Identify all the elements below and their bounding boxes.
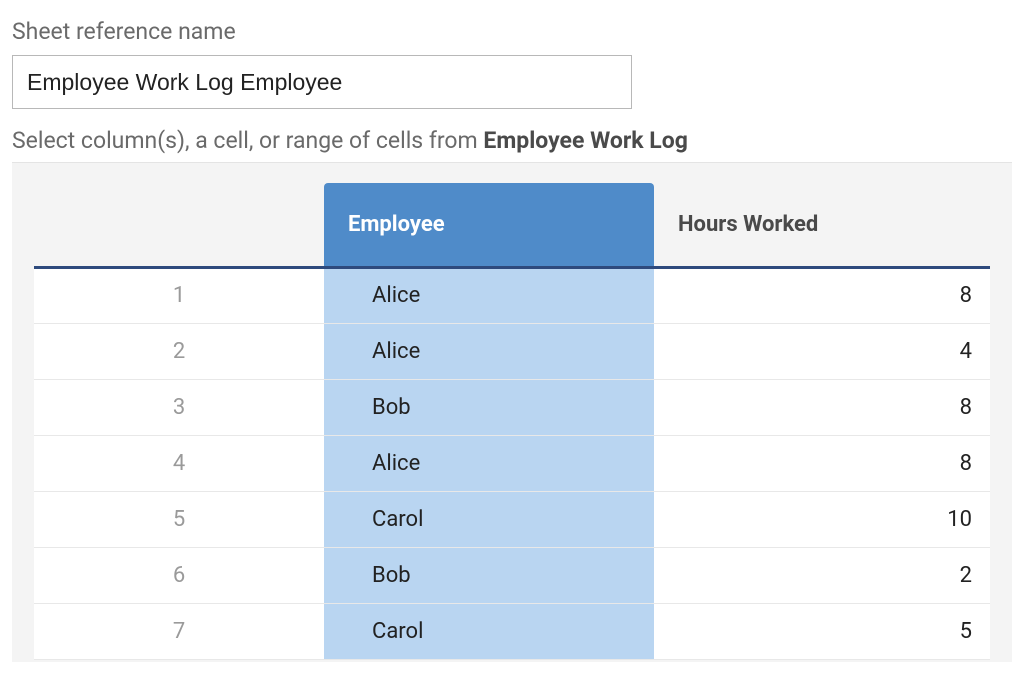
row-number-cell[interactable]: 5 xyxy=(34,491,324,547)
employee-cell[interactable]: Alice xyxy=(324,435,654,491)
hours-cell[interactable]: 8 xyxy=(654,379,990,435)
employee-cell[interactable]: Bob xyxy=(324,547,654,603)
employee-cell[interactable]: Carol xyxy=(324,491,654,547)
table-row[interactable]: 6Bob2 xyxy=(34,547,990,603)
row-number-cell[interactable]: 7 xyxy=(34,603,324,659)
sheet-grid[interactable]: Employee Hours Worked 1Alice82Alice43Bob… xyxy=(12,162,1012,662)
employee-cell[interactable]: Bob xyxy=(324,379,654,435)
hours-cell[interactable]: 4 xyxy=(654,323,990,379)
select-instruction: Select column(s), a cell, or range of ce… xyxy=(12,127,1012,154)
row-number-cell[interactable]: 6 xyxy=(34,547,324,603)
row-number-cell[interactable]: 2 xyxy=(34,323,324,379)
select-instruction-sheet-name: Employee Work Log xyxy=(483,127,687,154)
select-instruction-prefix: Select column(s), a cell, or range of ce… xyxy=(12,127,483,154)
column-header-employee[interactable]: Employee xyxy=(324,183,654,267)
hours-cell[interactable]: 5 xyxy=(654,603,990,659)
employee-cell[interactable]: Carol xyxy=(324,603,654,659)
employee-cell[interactable]: Alice xyxy=(324,323,654,379)
employee-cell[interactable]: Alice xyxy=(324,267,654,323)
table-row[interactable]: 7Carol5 xyxy=(34,603,990,659)
row-number-cell[interactable]: 3 xyxy=(34,379,324,435)
table-row[interactable]: 3Bob8 xyxy=(34,379,990,435)
row-number-cell[interactable]: 4 xyxy=(34,435,324,491)
row-number-header[interactable] xyxy=(34,183,324,267)
hours-cell[interactable]: 10 xyxy=(654,491,990,547)
sheet-ref-label: Sheet reference name xyxy=(12,18,1012,45)
hours-cell[interactable]: 2 xyxy=(654,547,990,603)
hours-cell[interactable]: 8 xyxy=(654,267,990,323)
table-row[interactable]: 2Alice4 xyxy=(34,323,990,379)
row-number-cell[interactable]: 1 xyxy=(34,267,324,323)
table-row[interactable]: 4Alice8 xyxy=(34,435,990,491)
sheet-ref-input[interactable] xyxy=(12,55,632,109)
table-row[interactable]: 5Carol10 xyxy=(34,491,990,547)
hours-cell[interactable]: 8 xyxy=(654,435,990,491)
column-header-hours[interactable]: Hours Worked xyxy=(654,183,990,267)
table-row[interactable]: 1Alice8 xyxy=(34,267,990,323)
